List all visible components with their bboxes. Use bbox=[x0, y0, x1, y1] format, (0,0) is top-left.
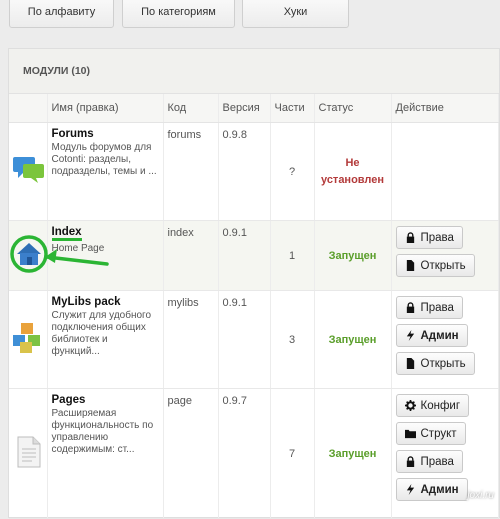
table-row: Index Home Page index 0.9.1 1 Запущен Пр… bbox=[9, 220, 499, 291]
table-row: Forums Модуль форумов для Cotonti: разде… bbox=[9, 122, 499, 221]
module-version: 0.9.1 bbox=[218, 290, 271, 389]
rights-button[interactable]: Права bbox=[395, 296, 463, 319]
button-label: Права bbox=[420, 455, 454, 468]
chat-bubbles-icon bbox=[13, 157, 44, 183]
tab-categories[interactable]: По категориям bbox=[122, 0, 235, 28]
header-icon bbox=[9, 94, 48, 123]
header-code: Код bbox=[163, 94, 219, 123]
module-status: Запущен bbox=[314, 220, 392, 291]
rights-button[interactable]: Права bbox=[395, 226, 463, 249]
config-button[interactable]: Конфиг bbox=[395, 394, 470, 417]
tab-alphabetical[interactable]: По алфавиту bbox=[9, 0, 114, 28]
button-label: Права bbox=[420, 301, 454, 314]
header-parts: Части bbox=[270, 94, 315, 123]
header-name[interactable]: Имя (правка) bbox=[47, 94, 164, 123]
struct-button[interactable]: Структ bbox=[395, 422, 466, 445]
module-status: Запущен bbox=[314, 388, 392, 519]
cubes-icon bbox=[13, 323, 40, 353]
module-code: mylibs bbox=[163, 290, 219, 389]
lightning-icon bbox=[406, 330, 414, 341]
button-label: Конфиг bbox=[420, 399, 461, 412]
button-label: Структ bbox=[420, 427, 457, 440]
gear-icon bbox=[404, 400, 416, 411]
folder-icon bbox=[404, 429, 416, 439]
module-version: 0.9.8 bbox=[218, 122, 271, 221]
view-tabs: По алфавиту По категориям Хуки bbox=[0, 0, 500, 40]
module-parts: 1 bbox=[270, 220, 315, 291]
table-row: MyLibs pack Служит для удобного подключе… bbox=[9, 290, 499, 389]
lock-icon bbox=[406, 456, 414, 467]
header-status: Статус bbox=[314, 94, 392, 123]
module-code: index bbox=[163, 220, 219, 291]
document-icon bbox=[17, 436, 41, 468]
module-code: page bbox=[163, 388, 219, 519]
module-description: Служит для удобного подключения общих би… bbox=[51, 310, 152, 357]
module-actions: Права Админ Открыть bbox=[391, 290, 499, 389]
module-parts: 3 bbox=[270, 290, 315, 389]
lightning-icon bbox=[406, 484, 414, 495]
open-button[interactable]: Открыть bbox=[395, 352, 475, 375]
module-actions bbox=[391, 122, 499, 221]
admin-button[interactable]: Админ bbox=[395, 324, 468, 347]
watermark: joxi.ru bbox=[467, 490, 494, 501]
icon-cell bbox=[9, 388, 48, 519]
icon-cell bbox=[9, 290, 48, 389]
rights-button[interactable]: Права bbox=[395, 450, 463, 473]
open-button[interactable]: Открыть bbox=[395, 254, 475, 277]
module-actions: Права Открыть bbox=[391, 220, 499, 291]
tab-hooks[interactable]: Хуки bbox=[242, 0, 349, 28]
modules-table: Имя (правка) Код Версия Части Статус Дей… bbox=[9, 94, 499, 519]
home-icon bbox=[10, 235, 48, 273]
admin-button[interactable]: Админ bbox=[395, 478, 468, 501]
module-version: 0.9.7 bbox=[218, 388, 271, 519]
module-description: Модуль форумов для Cotonti: разделы, под… bbox=[51, 142, 157, 177]
button-label: Открыть bbox=[420, 259, 466, 272]
module-code: forums bbox=[163, 122, 219, 221]
icon-cell bbox=[9, 122, 48, 221]
header-version: Версия bbox=[218, 94, 271, 123]
module-version: 0.9.1 bbox=[218, 220, 271, 291]
module-parts: 7 bbox=[270, 388, 315, 519]
module-status: Не установлен bbox=[314, 122, 392, 221]
module-name-cell: Pages Расширяемая функциональность по уп… bbox=[47, 388, 164, 519]
table-header: Имя (правка) Код Версия Части Статус Дей… bbox=[9, 94, 499, 123]
module-name-cell: Forums Модуль форумов для Cotonti: разде… bbox=[47, 122, 164, 221]
module-name[interactable]: Index bbox=[51, 226, 82, 241]
module-name-cell: MyLibs pack Служит для удобного подключе… bbox=[47, 290, 164, 389]
highlight-arrow bbox=[45, 249, 109, 266]
module-name[interactable]: MyLibs pack bbox=[52, 296, 159, 308]
header-action: Действие bbox=[391, 94, 499, 123]
module-description: Расширяемая функциональность по управлен… bbox=[51, 408, 154, 455]
table-row: Pages Расширяемая функциональность по уп… bbox=[9, 388, 499, 519]
modules-panel: МОДУЛИ (10) Имя (правка) Код Версия Част… bbox=[8, 48, 500, 519]
lock-icon bbox=[406, 302, 414, 313]
module-parts: ? bbox=[270, 122, 315, 221]
button-label: Открыть bbox=[420, 357, 466, 370]
module-name[interactable]: Forums bbox=[52, 128, 159, 140]
button-label: Права bbox=[420, 231, 454, 244]
file-icon bbox=[406, 358, 414, 369]
lock-icon bbox=[406, 232, 414, 243]
button-label: Админ bbox=[420, 483, 459, 496]
module-name[interactable]: Pages bbox=[52, 394, 159, 406]
icon-cell bbox=[9, 220, 109, 291]
button-label: Админ bbox=[420, 329, 459, 342]
file-icon bbox=[406, 260, 414, 271]
module-status: Запущен bbox=[314, 290, 392, 389]
panel-title: МОДУЛИ (10) bbox=[9, 49, 499, 94]
